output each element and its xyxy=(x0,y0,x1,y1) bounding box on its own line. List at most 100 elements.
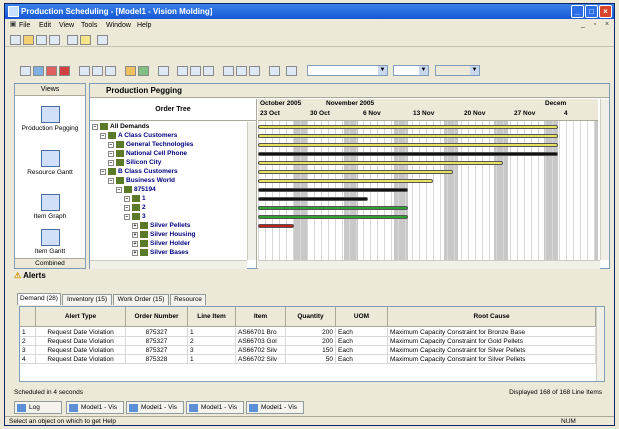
views-combined[interactable]: Combined xyxy=(15,258,85,268)
menu-edit[interactable]: Edit xyxy=(39,22,51,29)
grid-cell-order[interactable]: 875327 xyxy=(126,346,188,355)
column-header[interactable]: Order Number xyxy=(126,307,188,327)
zoom-in-icon[interactable] xyxy=(92,66,103,76)
view-item-gantt[interactable]: Item Gantt xyxy=(15,229,85,255)
expand-icon[interactable]: + xyxy=(132,240,138,247)
child-minimize-icon[interactable]: _ xyxy=(579,21,587,29)
filter-select-2[interactable]: ▼ xyxy=(393,65,429,76)
save-icon[interactable] xyxy=(36,35,47,45)
gantt-bar[interactable] xyxy=(258,125,558,129)
grid-cell-cause[interactable]: Maximum Capacity Constraint for Silver P… xyxy=(388,355,596,364)
grid-cell-line[interactable]: 3 xyxy=(188,346,236,355)
menu-file[interactable]: File xyxy=(19,22,30,29)
tab-resource[interactable]: Resource xyxy=(170,294,206,305)
paste-icon[interactable] xyxy=(249,66,260,76)
gantt-bar[interactable] xyxy=(258,206,408,210)
grid-cell-type[interactable]: Request Date Violation xyxy=(36,346,126,355)
grid-cell-uom[interactable]: Each xyxy=(336,328,388,337)
column-header[interactable]: Item xyxy=(236,307,286,327)
grid-cell-type[interactable]: Request Date Violation xyxy=(36,337,126,346)
tree-item[interactable]: + Silver Bases xyxy=(132,249,189,258)
tree-item[interactable]: − Business World xyxy=(108,177,175,186)
expand-icon[interactable]: − xyxy=(116,186,122,193)
grid-cell-uom[interactable]: Each xyxy=(336,337,388,346)
task-model[interactable]: Model1 - Vis xyxy=(186,401,244,414)
view-resource-gantt[interactable]: Resource Gantt xyxy=(15,150,85,176)
grid-cell-line[interactable]: 1 xyxy=(188,328,236,337)
grid-cell-n[interactable]: 3 xyxy=(20,346,36,355)
column-header[interactable]: Quantity xyxy=(286,307,336,327)
view-item-graph[interactable]: Item Graph xyxy=(15,194,85,220)
grid-cell-item[interactable]: AS66702 Silv xyxy=(236,346,286,355)
menu-window[interactable]: Window xyxy=(106,22,131,29)
close-button[interactable]: × xyxy=(599,5,612,18)
expand-icon[interactable]: − xyxy=(100,132,106,139)
grid-cell-uom[interactable]: Each xyxy=(336,355,388,364)
task-model[interactable]: Model1 - Vis xyxy=(126,401,184,414)
grid-cell-type[interactable]: Request Date Violation xyxy=(36,328,126,337)
grid-cell-uom[interactable]: Each xyxy=(336,346,388,355)
column-header[interactable]: UOM xyxy=(336,307,388,327)
preview-icon[interactable] xyxy=(67,35,78,45)
tree-item[interactable]: −2 xyxy=(124,204,146,213)
tree-item[interactable]: − All Demands xyxy=(92,123,149,132)
maximize-button[interactable]: □ xyxy=(585,5,598,18)
grid-cell-n[interactable]: 2 xyxy=(20,337,36,346)
expand-icon[interactable]: − xyxy=(108,141,114,148)
tree-item[interactable]: − National Cell Phone xyxy=(108,150,187,159)
tree-item[interactable]: + Silver Housing xyxy=(132,231,196,240)
grid-cell-order[interactable]: 875327 xyxy=(126,337,188,346)
stop-icon[interactable] xyxy=(59,66,70,76)
grid-cell-n[interactable]: 4 xyxy=(20,355,36,364)
expand-icon[interactable]: − xyxy=(100,168,106,175)
tree-item[interactable]: + Silver Pellets xyxy=(132,222,190,231)
gantt-bar[interactable] xyxy=(258,215,408,219)
grid-cell-item[interactable]: AS66702 Silv xyxy=(236,355,286,364)
table-icon[interactable] xyxy=(269,66,280,76)
menu-view[interactable]: View xyxy=(59,22,74,29)
grid-cell-cause[interactable]: Maximum Capacity Constraint for Silver P… xyxy=(388,346,596,355)
gantt-vscrollbar[interactable] xyxy=(600,99,609,260)
grid-cell-qty[interactable]: 200 xyxy=(286,337,336,346)
zoom-out-icon[interactable] xyxy=(105,66,116,76)
grid-cell-qty[interactable]: 200 xyxy=(286,328,336,337)
column-header[interactable]: Alert Type xyxy=(36,307,126,327)
expand-icon[interactable]: + xyxy=(132,249,138,256)
column-header[interactable]: Root Cause xyxy=(388,307,596,327)
gantt-bar[interactable] xyxy=(258,179,433,183)
grid-cell-n[interactable]: 1 xyxy=(20,328,36,337)
expand-icon[interactable]: − xyxy=(124,195,130,202)
grid-vscrollbar[interactable] xyxy=(596,307,604,381)
gantt-bar[interactable] xyxy=(258,143,558,147)
tree-hscrollbar[interactable] xyxy=(90,260,247,269)
tree-item[interactable]: −1 xyxy=(124,195,146,204)
copy-icon[interactable] xyxy=(236,66,247,76)
grid-cell-qty[interactable]: 50 xyxy=(286,355,336,364)
chevron-down-icon[interactable]: ▼ xyxy=(419,66,428,75)
alert-icon[interactable] xyxy=(46,66,57,76)
cut-icon[interactable] xyxy=(223,66,234,76)
tab-inventory[interactable]: Inventory (15) xyxy=(62,294,112,305)
tree-item[interactable]: − General Technologies xyxy=(108,141,193,150)
gantt-bar[interactable] xyxy=(258,188,408,192)
expand-icon[interactable]: + xyxy=(132,231,138,238)
filter-select-3[interactable]: ▼ xyxy=(435,65,480,76)
print-icon[interactable] xyxy=(49,35,60,45)
grid-cell-cause[interactable]: Maximum Capacity Constraint for Gold Pel… xyxy=(388,337,596,346)
expand-icon[interactable]: + xyxy=(132,222,138,229)
tree-item[interactable]: − B Class Customers xyxy=(100,168,178,177)
view-production-pegging[interactable]: Production Pegging xyxy=(15,106,85,132)
menu-tools[interactable]: Tools xyxy=(81,22,97,29)
grid-cell-line[interactable]: 1 xyxy=(188,355,236,364)
expand-icon[interactable]: − xyxy=(108,177,114,184)
chevron-down-icon[interactable]: ▼ xyxy=(470,66,479,75)
grid-icon[interactable] xyxy=(20,66,31,76)
expand-icon[interactable]: − xyxy=(92,123,98,130)
minimize-button[interactable]: _ xyxy=(571,5,584,18)
child-restore-icon[interactable]: ▫ xyxy=(591,21,599,29)
grid-cell-item[interactable]: AS66703 Gol xyxy=(236,337,286,346)
task-model[interactable]: Model1 - Vis xyxy=(66,401,124,414)
tree-item[interactable]: − A Class Customers xyxy=(100,132,177,141)
gantt-bar[interactable] xyxy=(258,197,368,201)
tree-vscrollbar[interactable] xyxy=(247,122,256,260)
